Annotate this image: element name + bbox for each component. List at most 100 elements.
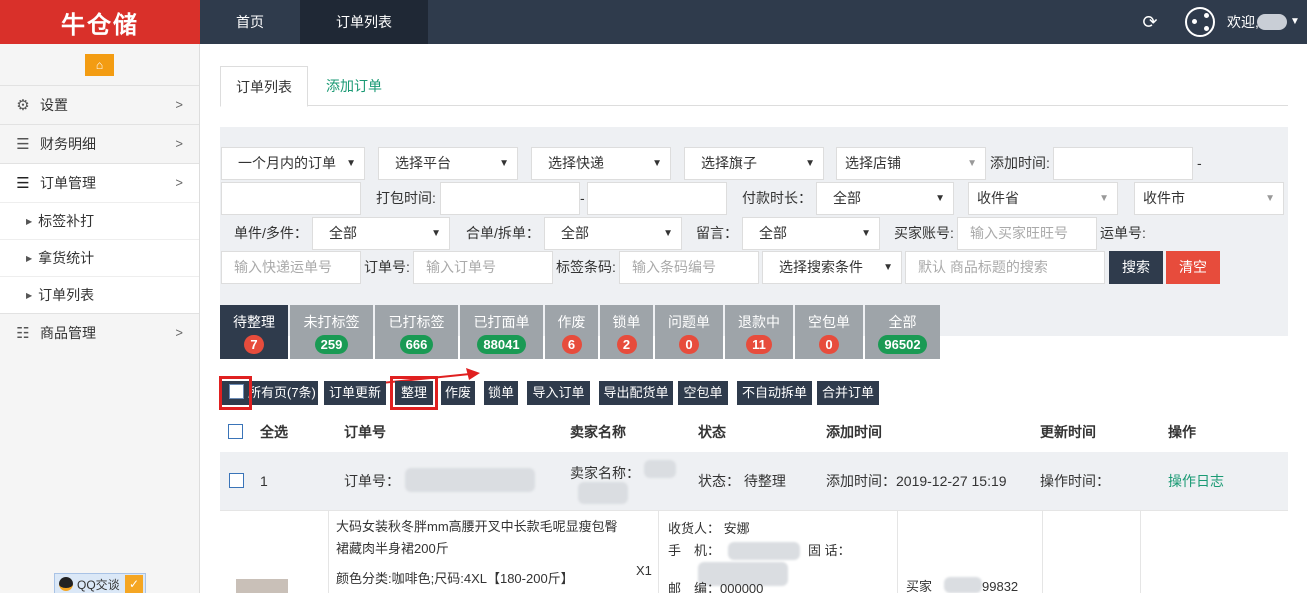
waybill-input[interactable]: 输入快递运单号: [221, 251, 361, 284]
search-condition-select[interactable]: 选择搜索条件: [762, 251, 902, 284]
top-nav: 首页 订单列表: [200, 0, 428, 44]
check-icon: ✓: [125, 575, 143, 593]
waybill-label: 运单号:: [1100, 225, 1146, 241]
keyword-input[interactable]: 默认 商品标题的搜索: [905, 251, 1105, 284]
product-title-line1: 大码女装秋冬胖mm高腰开叉中长款毛呢显瘦包臀: [336, 519, 618, 534]
province-select[interactable]: 收件省: [968, 182, 1118, 215]
operation-log-link[interactable]: 操作日志: [1168, 452, 1224, 510]
chevron-right-icon: >: [175, 97, 183, 112]
header-order-no: 订单号: [344, 424, 386, 440]
order-no-input[interactable]: 输入订单号: [413, 251, 553, 284]
product-qty: X1: [636, 563, 652, 578]
chevron-right-icon: >: [175, 136, 183, 151]
list-icon: ☰: [16, 136, 30, 153]
qq-chat-button[interactable]: QQ交谈 ✓: [54, 573, 146, 593]
no-auto-split-button[interactable]: 不自动拆单: [737, 381, 812, 405]
row-checkbox[interactable]: [229, 473, 244, 488]
select-all-checkbox[interactable]: [228, 424, 243, 439]
sidebar-item-settings[interactable]: ⚙ 设置 >: [0, 85, 199, 124]
clear-button[interactable]: 清空: [1166, 251, 1220, 284]
tile-waybill-printed[interactable]: 已打面单 88041: [460, 305, 543, 359]
tab-order-list[interactable]: 订单列表: [220, 66, 308, 107]
tile-pending[interactable]: 待整理 7: [220, 305, 288, 359]
product-thumbnail[interactable]: [236, 579, 288, 593]
single-multi-select[interactable]: 全部: [312, 217, 450, 250]
express-select[interactable]: 选择快递: [531, 147, 671, 180]
logo[interactable]: 牛仓储: [0, 0, 200, 44]
top-bar: 牛仓储 首页 订单列表 ⟳ 欢迎, ▼: [0, 0, 1307, 44]
sidebar-sub-label-reprint[interactable]: ▶ 标签补打: [0, 202, 199, 239]
tile-label: 作废: [557, 314, 586, 330]
order-update-button[interactable]: 订单更新: [324, 381, 386, 405]
flag-select[interactable]: 选择旗子: [684, 147, 824, 180]
buyer-account-label: 买家账号:: [894, 225, 954, 241]
seller-redacted: [644, 460, 676, 478]
caret-right-icon: ▶: [26, 216, 33, 226]
buyer-tail: 99832: [982, 579, 1019, 593]
nav-home[interactable]: 首页: [200, 0, 300, 44]
merge-split-select[interactable]: 全部: [544, 217, 682, 250]
share-avatar-icon[interactable]: [1185, 7, 1215, 37]
lock-button[interactable]: 锁单: [484, 381, 518, 405]
caret-down-icon[interactable]: ▼: [1290, 0, 1300, 44]
void-button[interactable]: 作废: [441, 381, 475, 405]
pack-time-end-input[interactable]: [587, 182, 727, 215]
add-time-start-input[interactable]: [1053, 147, 1193, 180]
add-time-dash: -: [1197, 155, 1202, 171]
pack-time-start-input[interactable]: [440, 182, 580, 215]
table-header: 全选 订单号 卖家名称 状态 添加时间 更新时间 操作: [220, 416, 1288, 448]
shop-select[interactable]: 选择店铺: [836, 147, 986, 180]
tile-locked[interactable]: 锁单 2: [600, 305, 653, 359]
sidebar-item-order-management[interactable]: ☰ 订单管理 >: [0, 163, 199, 202]
sidebar-item-product-management[interactable]: ☷ 商品管理 >: [0, 313, 199, 352]
sidebar-item-finance[interactable]: ☰ 财务明细 >: [0, 124, 199, 163]
tile-refunding[interactable]: 退款中 11: [725, 305, 793, 359]
platform-select[interactable]: 选择平台: [378, 147, 518, 180]
export-picklist-button[interactable]: 导出配货单: [599, 381, 673, 405]
import-orders-button[interactable]: 导入订单: [527, 381, 590, 405]
divider: [328, 511, 329, 593]
header-status: 状态: [698, 424, 726, 440]
tile-unlabeled[interactable]: 未打标签 259: [290, 305, 373, 359]
tile-count: 7: [244, 335, 264, 354]
tile-count: 6: [561, 335, 582, 354]
buyer-account-input[interactable]: 输入买家旺旺号: [957, 217, 1097, 250]
tile-label: 全部: [888, 314, 917, 330]
tile-count: 11: [746, 335, 772, 354]
sidebar-sub-order-list[interactable]: ▶ 订单列表: [0, 276, 199, 313]
pay-duration-select[interactable]: 全部: [816, 182, 954, 215]
gears-icon: ⚙: [16, 97, 30, 114]
tile-void[interactable]: 作废 6: [545, 305, 598, 359]
tile-label: 已打标签: [388, 314, 445, 330]
merge-orders-button[interactable]: 合并订单: [817, 381, 879, 405]
receiver-name: 收货人： 安娜: [668, 521, 750, 536]
home-icon[interactable]: ⌂: [85, 54, 114, 76]
tile-problem[interactable]: 问题单 0: [655, 305, 723, 359]
pack-time-label: 打包时间:: [376, 190, 436, 206]
buyer-label: 买家: [906, 579, 933, 593]
barcode-input[interactable]: 输入条码编号: [619, 251, 759, 284]
message-select[interactable]: 全部: [742, 217, 880, 250]
sidebar-sub-pickup-stats[interactable]: ▶ 拿货统计: [0, 239, 199, 276]
tab-add-order[interactable]: 添加订单: [311, 66, 397, 107]
empty-package-button[interactable]: 空包单: [678, 381, 728, 405]
header-add-time: 添加时间: [826, 424, 882, 440]
tile-count: 96502: [878, 335, 927, 354]
tile-all[interactable]: 全部 96502: [865, 305, 940, 359]
add-time-end-input[interactable]: [221, 182, 361, 215]
refresh-icon[interactable]: ⟳: [1140, 12, 1160, 32]
select-all-pages-checkbox[interactable]: [229, 384, 244, 399]
add-time-label: 添加时间:: [990, 155, 1050, 171]
tile-labeled[interactable]: 已打标签 666: [375, 305, 458, 359]
city-select[interactable]: 收件市: [1134, 182, 1284, 215]
divider: [1042, 511, 1043, 593]
nav-order-list[interactable]: 订单列表: [300, 0, 428, 44]
sidebar-item-label: 订单管理: [40, 175, 96, 191]
search-button[interactable]: 搜索: [1109, 251, 1163, 284]
time-range-select[interactable]: 一个月内的订单: [221, 147, 365, 180]
header-update-time: 更新时间: [1040, 424, 1096, 440]
pack-time-dash: -: [580, 190, 585, 206]
main-content: 订单列表 添加订单 一个月内的订单 选择平台 选择快递 选择旗子 选择店铺 添加…: [200, 44, 1307, 593]
select-all-pages-highlight: [219, 376, 252, 410]
tile-empty-package[interactable]: 空包单 0: [795, 305, 863, 359]
